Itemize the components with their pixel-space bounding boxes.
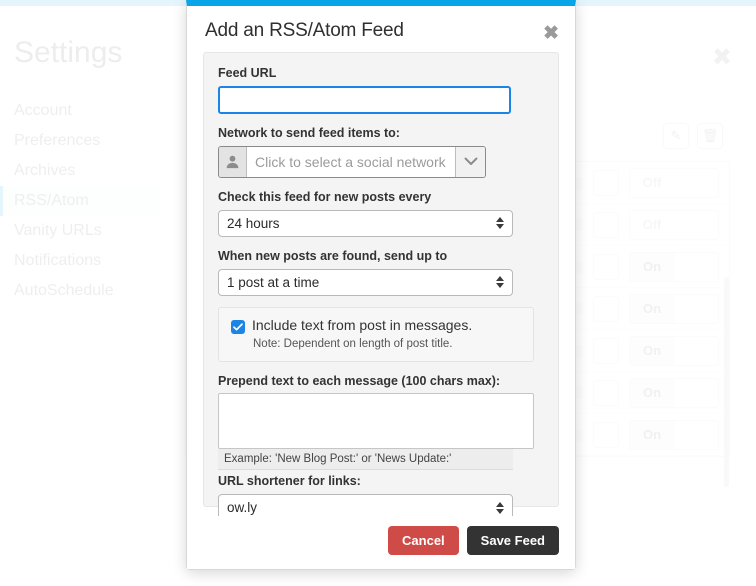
trash-icon[interactable]: 🗑 [697, 123, 723, 149]
user-avatar-icon [219, 146, 247, 177]
check-interval-value: 24 hours [227, 215, 280, 231]
stepper-arrows-icon [496, 501, 504, 514]
network-placeholder: Click to select a social network [247, 146, 455, 177]
settings-sidebar: Account Preferences Archives RSS/Atom Va… [0, 96, 160, 306]
status-badge: On [629, 377, 719, 408]
prepend-example-text: Example: 'New Blog Post:' or 'News Updat… [218, 449, 513, 471]
sidebar-item-autoschedule[interactable]: AutoSchedule [0, 276, 160, 306]
sidebar-item-rss-atom[interactable]: RSS/Atom [0, 186, 160, 216]
feeds-toolbar: ✎ 🗑 [663, 123, 723, 149]
url-shortener-select[interactable]: ow.ly [218, 494, 513, 516]
posts-batch-label: When new posts are found, send up to [218, 248, 448, 263]
sidebar-item-archives[interactable]: Archives [0, 156, 160, 186]
scrollbar[interactable] [724, 277, 729, 487]
close-icon[interactable]: ✖ [543, 24, 559, 43]
add-feed-modal: Add an RSS/Atom Feed ✖ Feed URL Network … [186, 0, 576, 570]
app-root: Settings ✖ Account Preferences Archives … [0, 0, 756, 586]
modal-body: Feed URL Network to send feed items to: … [187, 52, 575, 516]
stepper-arrows-icon [496, 217, 504, 230]
prepend-textarea[interactable] [218, 393, 534, 450]
posts-batch-select[interactable]: 1 post at a time [218, 268, 513, 296]
check-interval-select[interactable]: 24 hours [218, 209, 513, 237]
posts-batch-value: 1 post at a time [227, 274, 320, 290]
feed-url-input[interactable] [218, 85, 511, 114]
include-text-group: Include text from post in messages. Note… [218, 306, 534, 362]
page-title: Settings [14, 36, 123, 69]
sidebar-item-vanity-urls[interactable]: Vanity URLs [0, 216, 160, 246]
feed-url-label: Feed URL [218, 66, 277, 80]
include-text-note: Note: Dependent on length of post title. [253, 337, 453, 350]
status-badge: Off [629, 209, 719, 240]
sidebar-item-notifications[interactable]: Notifications [0, 246, 160, 276]
include-text-row[interactable]: Include text from post in messages. [231, 316, 521, 334]
url-shortener-value: ow.ly [227, 500, 258, 516]
status-badge: On [629, 293, 719, 324]
stepper-arrows-icon [496, 276, 504, 288]
status-badge: On [629, 419, 719, 450]
sidebar-item-account[interactable]: Account [0, 96, 160, 126]
status-badge: On [629, 251, 719, 282]
save-feed-button[interactable]: Save Feed [466, 526, 559, 555]
modal-footer: Cancel Save Feed [187, 516, 575, 569]
network-label: Network to send feed items to: [218, 125, 400, 140]
cancel-button[interactable]: Cancel [388, 526, 459, 555]
chevron-down-icon[interactable] [455, 146, 485, 177]
modal-title: Add an RSS/Atom Feed [205, 20, 404, 41]
feed-form-panel: Feed URL Network to send feed items to: … [203, 52, 559, 516]
modal-header: Add an RSS/Atom Feed ✖ [187, 6, 575, 52]
network-select[interactable]: Click to select a social network [218, 145, 486, 178]
sidebar-item-preferences[interactable]: Preferences [0, 126, 160, 156]
edit-pencil-icon[interactable]: ✎ [663, 123, 689, 149]
status-badge: On [629, 335, 719, 366]
shortener-label: URL shortener for links: [218, 474, 361, 489]
close-icon[interactable]: ✖ [712, 46, 732, 70]
include-text-label: Include text from post in messages. [252, 316, 473, 333]
status-badge: Off [629, 167, 719, 198]
prepend-label: Prepend text to each message (100 chars … [218, 373, 501, 388]
check-interval-label: Check this feed for new posts every [218, 189, 432, 204]
checkbox-checked-icon[interactable] [231, 319, 245, 334]
